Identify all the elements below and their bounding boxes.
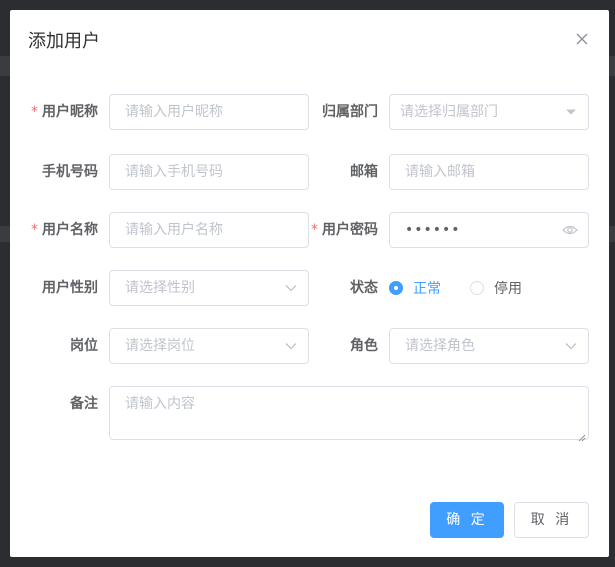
username-placeholder: 请输入用户名称 bbox=[125, 222, 223, 238]
add-user-dialog: 添加用户 * 用户昵称 请输入用户昵称 归属部门 请选择归属部门 手机号码 请输入… bbox=[10, 10, 609, 557]
remark-label: 备注 bbox=[20, 386, 98, 422]
cancel-button[interactable]: 取 消 bbox=[514, 502, 589, 538]
gender-select[interactable]: 请选择性别 bbox=[109, 270, 309, 306]
nickname-input[interactable]: 请输入用户昵称 bbox=[109, 94, 309, 130]
role-select[interactable]: 请选择角色 bbox=[389, 328, 589, 364]
post-placeholder: 请选择岗位 bbox=[125, 338, 195, 354]
email-label: 邮箱 bbox=[300, 154, 378, 190]
nickname-label-text: 用户昵称 bbox=[42, 104, 98, 120]
radio-dot bbox=[389, 281, 403, 295]
phone-label: 手机号码 bbox=[20, 154, 98, 190]
eye-icon[interactable] bbox=[562, 213, 578, 247]
chevron-down-icon bbox=[284, 271, 298, 305]
remark-placeholder: 请输入内容 bbox=[125, 396, 195, 412]
remark-textarea[interactable]: 请输入内容 bbox=[109, 386, 589, 442]
required-mark: * bbox=[31, 222, 38, 238]
dialog-header: 添加用户 bbox=[10, 10, 609, 72]
department-select[interactable]: 请选择归属部门 bbox=[389, 94, 589, 130]
nickname-placeholder: 请输入用户昵称 bbox=[125, 104, 223, 120]
post-label-text: 岗位 bbox=[70, 338, 98, 354]
username-label: * 用户名称 bbox=[20, 212, 98, 248]
department-label: 归属部门 bbox=[300, 94, 378, 130]
remark-label-text: 备注 bbox=[70, 396, 98, 412]
radio-dot bbox=[470, 281, 484, 295]
status-option-disabled: 停用 bbox=[494, 281, 522, 297]
password-value: •••••• bbox=[405, 222, 461, 238]
status-option-normal: 正常 bbox=[413, 281, 441, 297]
department-placeholder: 请选择归属部门 bbox=[400, 104, 498, 120]
gender-label: 用户性别 bbox=[20, 270, 98, 306]
status-radio-disabled[interactable]: 停用 bbox=[470, 270, 522, 306]
phone-input[interactable]: 请输入手机号码 bbox=[109, 154, 309, 190]
department-label-text: 归属部门 bbox=[322, 104, 378, 120]
resize-handle-icon[interactable] bbox=[578, 429, 586, 442]
chevron-down-icon bbox=[564, 329, 578, 363]
email-placeholder: 请输入邮箱 bbox=[405, 164, 475, 180]
gender-placeholder: 请选择性别 bbox=[125, 280, 195, 296]
phone-label-text: 手机号码 bbox=[42, 164, 98, 180]
status-radio-normal[interactable]: 正常 bbox=[389, 270, 441, 306]
email-input[interactable]: 请输入邮箱 bbox=[389, 154, 589, 190]
gender-label-text: 用户性别 bbox=[42, 280, 98, 296]
post-label: 岗位 bbox=[20, 328, 98, 364]
password-label: * 用户密码 bbox=[300, 212, 378, 248]
username-label-text: 用户名称 bbox=[42, 222, 98, 238]
post-select[interactable]: 请选择岗位 bbox=[109, 328, 309, 364]
phone-placeholder: 请输入手机号码 bbox=[125, 164, 223, 180]
email-label-text: 邮箱 bbox=[350, 164, 378, 180]
nickname-label: * 用户昵称 bbox=[20, 94, 98, 130]
status-label: 状态 bbox=[300, 270, 378, 306]
role-placeholder: 请选择角色 bbox=[405, 338, 475, 354]
required-mark: * bbox=[31, 104, 38, 120]
status-label-text: 状态 bbox=[350, 280, 378, 296]
close-icon[interactable] bbox=[573, 30, 591, 48]
chevron-down-icon bbox=[284, 329, 298, 363]
dialog-title: 添加用户 bbox=[28, 31, 100, 52]
username-input[interactable]: 请输入用户名称 bbox=[109, 212, 309, 248]
role-label: 角色 bbox=[300, 328, 378, 364]
password-input[interactable]: •••••• bbox=[389, 212, 589, 248]
caret-down-icon bbox=[564, 95, 578, 129]
password-label-text: 用户密码 bbox=[322, 222, 378, 238]
role-label-text: 角色 bbox=[350, 338, 378, 354]
required-mark: * bbox=[311, 222, 318, 238]
confirm-button[interactable]: 确 定 bbox=[430, 502, 504, 538]
